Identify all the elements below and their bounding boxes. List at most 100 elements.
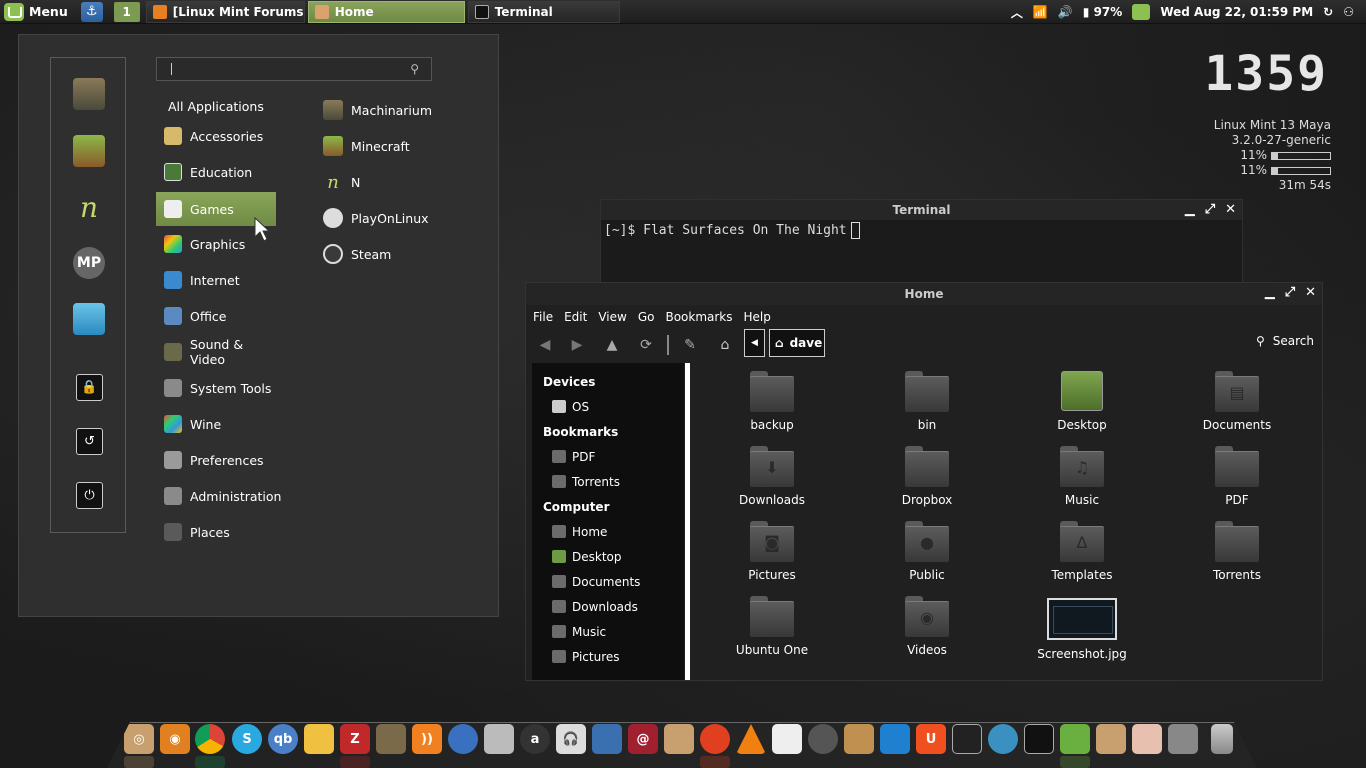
terminal-body[interactable]: [~]$ Flat Surfaces On The Night	[601, 220, 1242, 241]
file-item-dropbox[interactable]: Dropbox	[857, 446, 997, 507]
menu-button[interactable]: Menu	[0, 1, 76, 23]
mp-icon[interactable]: MP	[73, 247, 105, 279]
file-item-templates[interactable]: ∆ Templates	[1012, 521, 1152, 582]
file-item-documents[interactable]: ▤ Documents	[1167, 371, 1307, 432]
task-terminal[interactable]: Terminal	[467, 0, 620, 23]
menu-go[interactable]: Go	[638, 310, 655, 324]
eye-of-gnome-icon[interactable]	[1132, 724, 1162, 754]
headphones-icon[interactable]: 🎧	[556, 724, 586, 754]
file-item-pdf[interactable]: PDF	[1167, 446, 1307, 507]
volume-icon[interactable]: 🔊	[1058, 5, 1073, 19]
network-icon[interactable]	[988, 724, 1018, 754]
menu-bookmarks[interactable]: Bookmarks	[665, 310, 732, 324]
task-firefox[interactable]: [Linux Mint Forums ...	[145, 0, 305, 23]
minecraft-icon[interactable]	[73, 135, 105, 167]
edit-path-icon[interactable]: ✎	[679, 334, 701, 356]
category-preferences[interactable]: Preferences	[156, 443, 276, 477]
sidebar-item-pictures[interactable]: Pictures	[532, 644, 684, 669]
sidebar-item-torrents[interactable]: Torrents	[532, 469, 684, 494]
app-playonlinux[interactable]: PlayOnLinux	[323, 204, 429, 232]
file-item-torrents[interactable]: Torrents	[1167, 521, 1307, 582]
cheese-icon[interactable]	[304, 724, 334, 754]
calculator-icon[interactable]	[484, 724, 514, 754]
category-sound-video[interactable]: Sound & Video	[156, 335, 276, 369]
logout-icon[interactable]: ↺	[76, 428, 103, 455]
globe-icon[interactable]	[448, 724, 478, 754]
update-manager-icon[interactable]	[1132, 4, 1151, 20]
sidebar-item-pdf[interactable]: PDF	[532, 444, 684, 469]
settings-icon[interactable]	[1168, 724, 1198, 754]
category-places[interactable]: Places	[156, 515, 276, 549]
sheep-icon[interactable]	[73, 303, 105, 335]
filezilla-icon[interactable]: Z	[340, 724, 370, 754]
terminal-icon[interactable]	[1024, 724, 1054, 754]
camera-icon[interactable]	[808, 724, 838, 754]
menu-view[interactable]: View	[598, 310, 626, 324]
menu-edit[interactable]: Edit	[564, 310, 587, 324]
task-home[interactable]: Home	[307, 0, 465, 23]
app-n[interactable]: nN	[323, 168, 360, 196]
anchor-launcher-icon[interactable]: ⚓	[80, 1, 103, 22]
file-item-downloads[interactable]: ⬇ Downloads	[702, 446, 842, 507]
sidebar-item-documents[interactable]: Documents	[532, 569, 684, 594]
search-button[interactable]: ⚲ Search	[1256, 334, 1314, 348]
file-item-desktop[interactable]: Desktop	[1012, 371, 1152, 432]
sidebar-item-os[interactable]: OS	[532, 394, 684, 419]
back-icon[interactable]: ◀	[534, 334, 556, 356]
up-icon[interactable]: ▲	[601, 334, 623, 356]
category-administration[interactable]: Administration	[156, 479, 281, 513]
maps-icon[interactable]	[592, 724, 622, 754]
chrome-icon[interactable]	[195, 724, 225, 754]
disc-icon[interactable]	[700, 724, 730, 754]
trash-icon[interactable]	[1211, 724, 1233, 754]
amazon-icon[interactable]: a	[520, 724, 550, 754]
notes-icon[interactable]	[772, 724, 802, 754]
sidebar-item-downloads[interactable]: Downloads	[532, 594, 684, 619]
dropbox-icon[interactable]	[880, 724, 910, 754]
mail-icon[interactable]: @	[628, 724, 658, 754]
maximize-icon[interactable]: ⤢	[1205, 202, 1215, 217]
file-item-pictures[interactable]: ◙ Pictures	[702, 521, 842, 582]
eye-icon[interactable]: ◉	[160, 724, 190, 754]
qbittorrent-icon[interactable]: qb	[268, 724, 298, 754]
rss-icon[interactable]: ))	[412, 724, 442, 754]
power-icon[interactable]: ⏻	[76, 482, 103, 509]
datetime[interactable]: Wed Aug 22, 01:59 PM	[1160, 5, 1313, 19]
app-machinarium[interactable]: Machinarium	[323, 96, 432, 124]
gimp-icon[interactable]	[376, 724, 406, 754]
category-internet[interactable]: Internet	[156, 263, 276, 297]
ubuntu-one-icon[interactable]: U	[916, 724, 946, 754]
category-wine[interactable]: Wine	[156, 407, 276, 441]
reload-icon[interactable]: ⟳	[635, 334, 657, 356]
minimize-icon[interactable]: ▁	[1265, 285, 1275, 300]
file-manager-window[interactable]: Home ▁ ⤢ ✕ File Edit View Go Bookmarks H…	[525, 282, 1323, 681]
category-education[interactable]: Education	[156, 155, 276, 189]
sidebar-item-music[interactable]: Music	[532, 619, 684, 644]
terminal-window[interactable]: Terminal ▁ ⤢ ✕ [~]$ Flat Surfaces On The…	[600, 199, 1243, 289]
file-item-music[interactable]: ♫ Music	[1012, 446, 1152, 507]
forward-icon[interactable]: ▶	[566, 334, 588, 356]
terminal-titlebar[interactable]: Terminal ▁ ⤢ ✕	[601, 200, 1242, 220]
sidebar-item-home[interactable]: Home	[532, 519, 684, 544]
menu-file[interactable]: File	[533, 310, 553, 324]
menu-search-input[interactable]: ⚲	[156, 57, 432, 81]
software-center-icon[interactable]	[1060, 724, 1090, 754]
archive-icon[interactable]	[844, 724, 874, 754]
wifi-icon[interactable]: 📶	[1033, 5, 1048, 19]
dictionary-icon[interactable]	[664, 724, 694, 754]
category-accessories[interactable]: Accessories	[156, 119, 276, 153]
category-system-tools[interactable]: System Tools	[156, 371, 276, 405]
app-minecraft[interactable]: Minecraft	[323, 132, 410, 160]
home-icon[interactable]: ⌂	[714, 334, 736, 356]
machinarium-icon[interactable]	[73, 78, 105, 110]
skype-icon[interactable]: S	[232, 724, 262, 754]
file-item-bin[interactable]: bin	[857, 371, 997, 432]
category-office[interactable]: Office	[156, 299, 276, 333]
vlc-icon[interactable]	[736, 724, 766, 754]
file-item-screenshot[interactable]: Screenshot.jpg	[1012, 598, 1152, 661]
file-item-ubuntu-one[interactable]: Ubuntu One	[702, 596, 842, 657]
app-steam[interactable]: Steam	[323, 240, 391, 268]
chevron-up-icon[interactable]: ︿	[1011, 4, 1023, 21]
lock-icon[interactable]: 🔒	[76, 374, 103, 401]
pane-splitter[interactable]	[685, 363, 690, 680]
